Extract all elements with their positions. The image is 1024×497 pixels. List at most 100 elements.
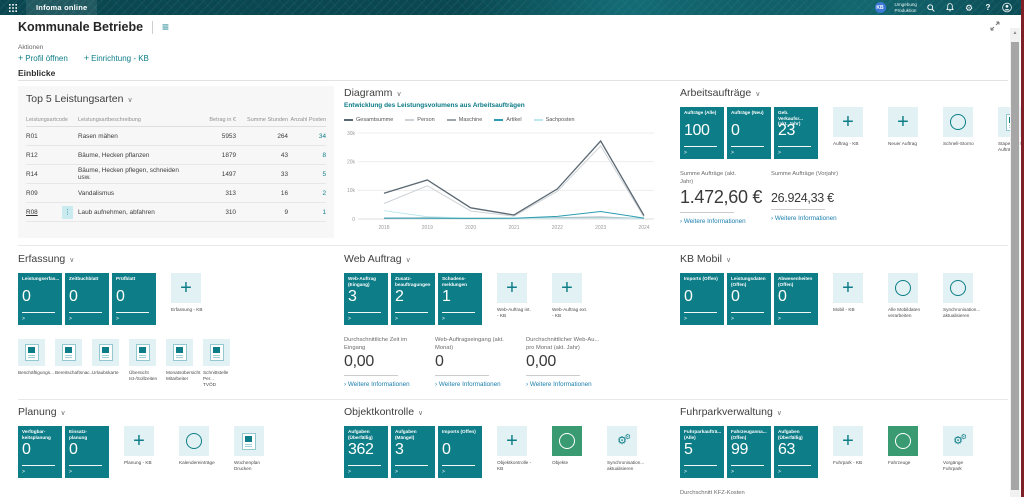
posten-link[interactable]: 5 bbox=[322, 171, 326, 178]
cue-tile[interactable]: Geb. Verkaufsr... (akt. Jahr)23> bbox=[774, 107, 818, 159]
table-row[interactable]: R01Rasen mähen595326434 bbox=[26, 127, 326, 146]
cue-tile[interactable]: Fahrzeuganna... (Offen)99> bbox=[727, 426, 771, 478]
table-row[interactable]: R09Vandalismus313162 bbox=[26, 184, 326, 203]
chevron-down-icon[interactable]: ∨ bbox=[69, 256, 74, 264]
action-tile[interactable]: ⚙⚙ bbox=[943, 426, 973, 456]
chevron-down-icon[interactable]: ∨ bbox=[127, 96, 132, 104]
chevron-down-icon[interactable]: ∨ bbox=[726, 256, 731, 264]
section-title[interactable]: Web Auftrag bbox=[344, 253, 402, 265]
cell-code[interactable]: R12 bbox=[26, 152, 78, 159]
settings-gear-icon[interactable]: ⚙ bbox=[964, 3, 974, 13]
search-icon[interactable] bbox=[926, 3, 936, 13]
cue-tile[interactable]: Aufträge (Neu)0> bbox=[727, 107, 771, 159]
section-title[interactable]: KB Mobil bbox=[680, 253, 722, 265]
row-menu-icon[interactable]: ⋮ bbox=[62, 206, 73, 219]
cue-tile[interactable]: Abwesenheiten (Offen)0> bbox=[774, 273, 818, 325]
action-tile[interactable] bbox=[234, 426, 264, 456]
action-tile[interactable]: + bbox=[497, 426, 527, 456]
app-launcher-icon[interactable] bbox=[0, 0, 26, 15]
chevron-down-icon[interactable]: ∨ bbox=[755, 90, 760, 98]
section-title[interactable]: Arbeitsaufträge bbox=[680, 87, 751, 99]
section-title[interactable]: Planung bbox=[18, 406, 57, 418]
chevron-down-icon[interactable]: ∨ bbox=[406, 256, 411, 264]
cue-tile[interactable]: Verfügbar- keitsplanung0> bbox=[18, 426, 62, 478]
action-tile[interactable] bbox=[888, 426, 918, 456]
action-tile[interactable]: + bbox=[833, 107, 863, 137]
action-tile[interactable] bbox=[55, 339, 82, 366]
cue-tile[interactable]: Aufgaben (Überfällig)362> bbox=[344, 426, 388, 478]
scrollbar-up-arrow[interactable]: ▲ bbox=[1010, 30, 1020, 36]
action-tile[interactable]: + bbox=[171, 273, 201, 303]
cell-code[interactable]: R14 bbox=[26, 171, 78, 178]
cue-tile[interactable]: Aufgaben (Überfällig)63> bbox=[774, 426, 818, 478]
cue-tile[interactable]: Zusatz- beauftragungen2> bbox=[391, 273, 435, 325]
chevron-down-icon[interactable]: ∨ bbox=[418, 409, 423, 417]
action-tile[interactable]: + bbox=[124, 426, 154, 456]
environment-badge[interactable]: KB bbox=[875, 2, 886, 13]
cue-tile[interactable]: Schadens- meldungen1> bbox=[438, 273, 482, 325]
chevron-down-icon[interactable]: ∨ bbox=[396, 90, 401, 98]
action-tile[interactable]: + bbox=[833, 426, 863, 456]
account-avatar[interactable] bbox=[1002, 3, 1012, 13]
section-title[interactable]: Objektkontrolle bbox=[344, 406, 414, 418]
chevron-down-icon[interactable]: ∨ bbox=[777, 409, 782, 417]
action-tile[interactable] bbox=[943, 107, 973, 137]
action-tile[interactable] bbox=[18, 339, 45, 366]
cue-tile[interactable]: Imports (Offen)0> bbox=[680, 273, 724, 325]
kpi-more-link[interactable]: › Weitere Informationen bbox=[526, 381, 644, 388]
cue-tile[interactable]: Leistungserfas...0> bbox=[18, 273, 62, 325]
action-tile[interactable] bbox=[179, 426, 209, 456]
table-row[interactable]: R12Bäume, Hecken pflanzen1879438 bbox=[26, 146, 326, 165]
action-link[interactable]: +Profil öffnen bbox=[18, 53, 68, 63]
action-tile[interactable] bbox=[129, 339, 156, 366]
cue-tile[interactable]: Prüfblatt0> bbox=[112, 273, 156, 325]
action-tile[interactable]: ⚙⚙ bbox=[607, 426, 637, 456]
cue-tile[interactable]: Aufträge (Alle)100> bbox=[680, 107, 724, 159]
cue-tile[interactable]: Imports (Offen)0> bbox=[438, 426, 482, 478]
kpi-more-link[interactable]: › Weitere Informationen bbox=[435, 381, 521, 388]
posten-link[interactable]: 8 bbox=[322, 152, 326, 159]
legend-item[interactable]: Sachposten bbox=[534, 117, 575, 123]
chevron-down-icon[interactable]: ∨ bbox=[61, 409, 66, 417]
table-row[interactable]: R14Bäume, Hecken pflegen, schneiden usw.… bbox=[26, 165, 326, 184]
hamburger-icon[interactable]: ≡ bbox=[162, 21, 169, 33]
cell-code[interactable]: R09 bbox=[26, 190, 78, 197]
action-tile[interactable]: + bbox=[888, 107, 918, 137]
kpi-more-link[interactable]: › Weitere Informationen bbox=[680, 218, 766, 225]
legend-item[interactable]: Maschine bbox=[447, 117, 483, 123]
focus-mode-icon[interactable] bbox=[990, 18, 1000, 36]
posten-link[interactable]: 2 bbox=[322, 190, 326, 197]
scrollbar-thumb[interactable] bbox=[1011, 42, 1019, 490]
action-link[interactable]: +Einrichtung - KB bbox=[84, 53, 149, 63]
action-tile[interactable]: + bbox=[552, 273, 582, 303]
help-icon[interactable]: ? bbox=[983, 3, 993, 13]
action-tile[interactable] bbox=[552, 426, 582, 456]
notifications-icon[interactable] bbox=[945, 3, 955, 13]
action-tile[interactable]: + bbox=[833, 273, 863, 303]
table-row[interactable]: R08⋮Laub aufnehmen, abfahren31091 bbox=[26, 203, 326, 222]
cue-tile[interactable]: Fuhrparkaufträ... (Alle)5> bbox=[680, 426, 724, 478]
app-name[interactable]: Infoma online bbox=[26, 0, 97, 15]
section-title[interactable]: Top 5 Leistungsarten bbox=[26, 93, 123, 105]
posten-link[interactable]: 1 bbox=[322, 209, 326, 216]
cue-tile[interactable]: Web-Auftrag (Eingang)3> bbox=[344, 273, 388, 325]
action-tile[interactable] bbox=[888, 273, 918, 303]
action-tile[interactable] bbox=[92, 339, 119, 366]
legend-item[interactable]: Gesamtsumme bbox=[344, 117, 393, 123]
action-tile[interactable] bbox=[203, 339, 230, 366]
kpi-more-link[interactable]: › Weitere Informationen bbox=[771, 215, 871, 222]
kpi-more-link[interactable]: › Weitere Informationen bbox=[344, 381, 430, 388]
action-tile[interactable] bbox=[166, 339, 193, 366]
chart-title-link[interactable]: Entwicklung des Leistungsvolumens aus Ar… bbox=[344, 102, 664, 109]
section-title[interactable]: Fuhrparkverwaltung bbox=[680, 406, 773, 418]
section-title[interactable]: Diagramm bbox=[344, 87, 392, 99]
cell-code[interactable]: R01 bbox=[26, 133, 78, 140]
cue-tile[interactable]: Zeitbuchblatt0> bbox=[65, 273, 109, 325]
cue-tile[interactable]: Aufgaben (Mängel)3> bbox=[391, 426, 435, 478]
cue-tile[interactable]: Leistungsdaten (Offen)0> bbox=[727, 273, 771, 325]
posten-link[interactable]: 34 bbox=[319, 133, 326, 140]
section-title[interactable]: Erfassung bbox=[18, 253, 65, 265]
legend-item[interactable]: Artikel bbox=[494, 117, 521, 123]
legend-item[interactable]: Person bbox=[405, 117, 434, 123]
cue-tile[interactable]: Einsatz- planung0> bbox=[65, 426, 109, 478]
